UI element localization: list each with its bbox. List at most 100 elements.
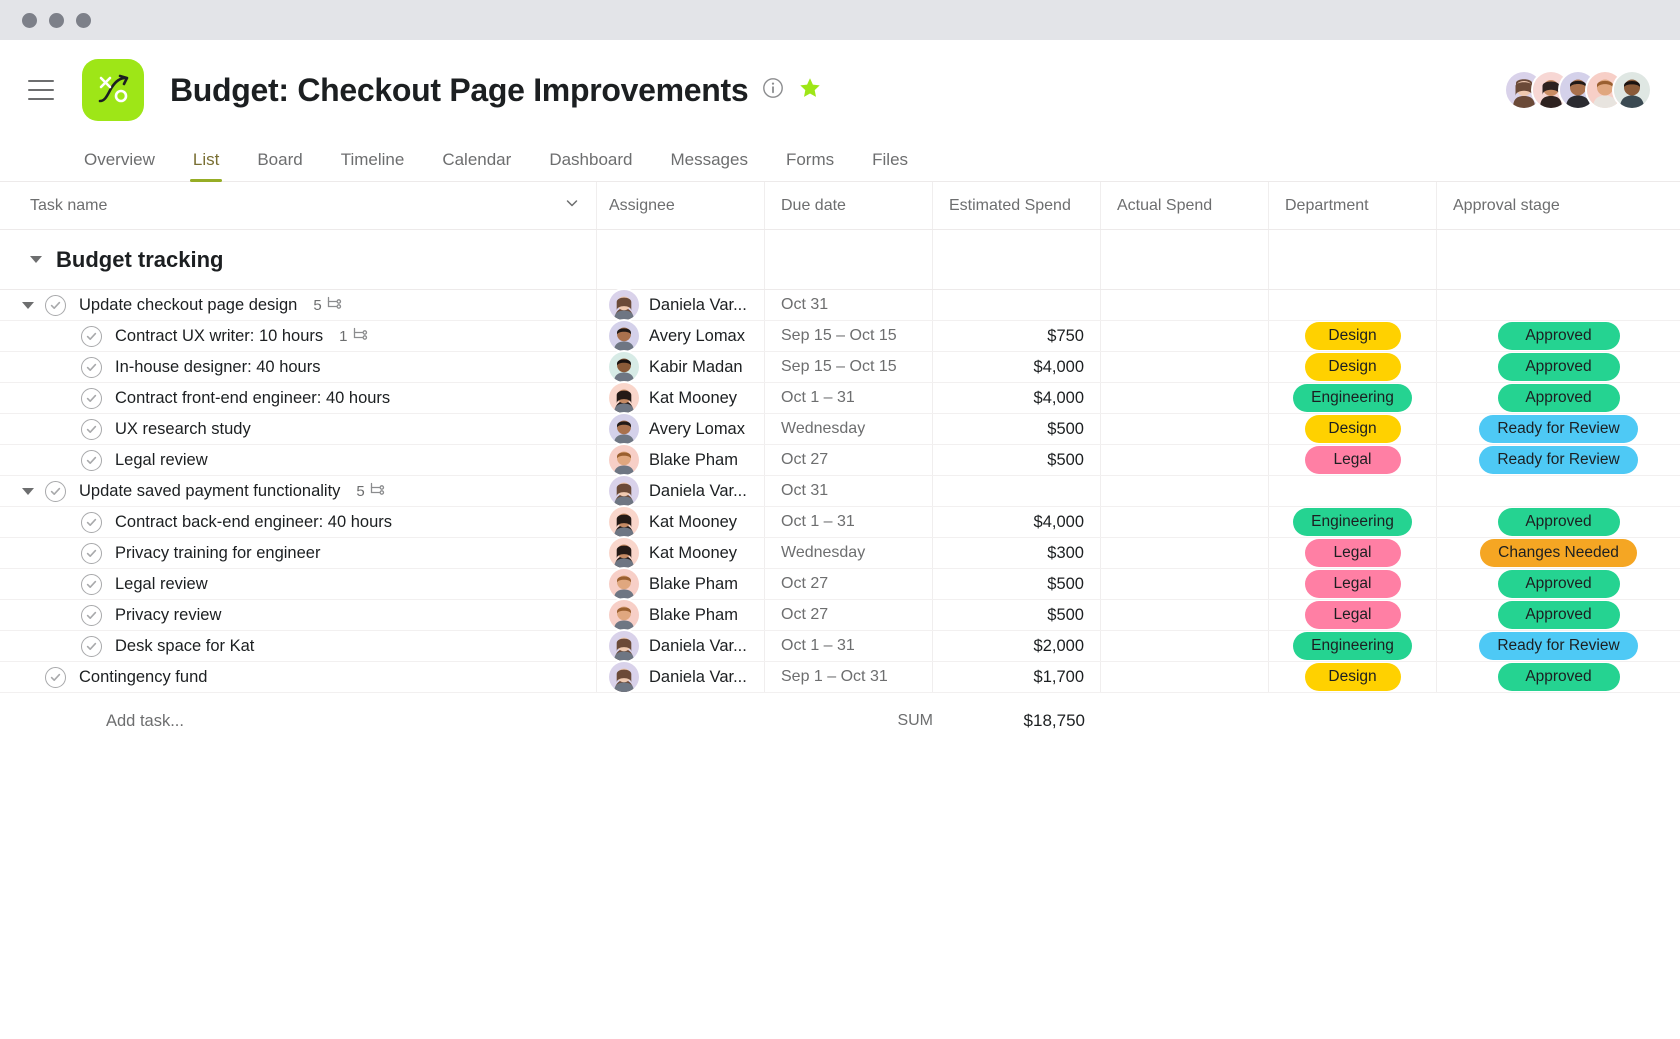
department-cell[interactable]: Engineering	[1269, 383, 1437, 413]
subtask-count[interactable]: 5	[356, 482, 384, 500]
estimated-spend-cell[interactable]: $500	[933, 569, 1101, 599]
task-name-cell[interactable]: Privacy review	[0, 600, 597, 630]
status-badge[interactable]: Design	[1305, 353, 1401, 381]
department-cell[interactable]: Engineering	[1269, 507, 1437, 537]
task-complete-checkbox[interactable]	[45, 667, 66, 688]
department-cell[interactable]: Legal	[1269, 569, 1437, 599]
table-row[interactable]: Contract back-end engineer: 40 hoursKat …	[0, 507, 1680, 538]
approval-stage-cell[interactable]: Approved	[1437, 600, 1680, 630]
actual-spend-cell[interactable]	[1101, 631, 1269, 661]
actual-spend-cell[interactable]	[1101, 662, 1269, 692]
task-complete-checkbox[interactable]	[81, 450, 102, 471]
estimated-spend-cell[interactable]: $4,000	[933, 352, 1101, 382]
tab-calendar[interactable]: Calendar	[442, 150, 511, 181]
task-complete-checkbox[interactable]	[81, 326, 102, 347]
status-badge[interactable]: Approved	[1498, 663, 1620, 691]
due-date-cell[interactable]: Oct 27	[765, 445, 933, 475]
assignee-cell[interactable]: Blake Pham	[597, 600, 765, 630]
status-badge[interactable]: Approved	[1498, 353, 1620, 381]
task-name-cell[interactable]: Update saved payment functionality5	[0, 476, 597, 506]
approval-stage-cell[interactable]: Approved	[1437, 507, 1680, 537]
status-badge[interactable]: Approved	[1498, 322, 1620, 350]
status-badge[interactable]: Engineering	[1293, 384, 1412, 412]
task-name-cell[interactable]: Legal review	[0, 445, 597, 475]
table-row[interactable]: UX research studyAvery LomaxWednesday$50…	[0, 414, 1680, 445]
task-complete-checkbox[interactable]	[45, 295, 66, 316]
table-row[interactable]: Legal reviewBlake PhamOct 27$500 Legal Rea…	[0, 445, 1680, 476]
due-date-cell[interactable]: Wednesday	[765, 414, 933, 444]
estimated-spend-cell[interactable]: $500	[933, 414, 1101, 444]
task-name-cell[interactable]: Desk space for Kat	[0, 631, 597, 661]
task-complete-checkbox[interactable]	[81, 512, 102, 533]
department-cell[interactable]	[1269, 290, 1437, 320]
status-badge[interactable]: Design	[1305, 322, 1401, 350]
task-complete-checkbox[interactable]	[45, 481, 66, 502]
due-date-cell[interactable]: Wednesday	[765, 538, 933, 568]
actual-spend-cell[interactable]	[1101, 290, 1269, 320]
department-cell[interactable]: Legal	[1269, 538, 1437, 568]
approval-stage-cell[interactable]: Approved	[1437, 321, 1680, 351]
tab-dashboard[interactable]: Dashboard	[549, 150, 632, 181]
actual-spend-cell[interactable]	[1101, 321, 1269, 351]
column-header-due-date[interactable]: Due date	[765, 182, 933, 229]
due-date-cell[interactable]: Oct 1 – 31	[765, 383, 933, 413]
assignee-cell[interactable]: Daniela Var...	[597, 631, 765, 661]
actual-spend-cell[interactable]	[1101, 476, 1269, 506]
due-date-cell[interactable]: Sep 15 – Oct 15	[765, 352, 933, 382]
subtask-count[interactable]: 1	[339, 327, 367, 345]
approval-stage-cell[interactable]: Approved	[1437, 352, 1680, 382]
status-badge[interactable]: Design	[1305, 415, 1401, 443]
tab-board[interactable]: Board	[257, 150, 302, 181]
task-complete-checkbox[interactable]	[81, 605, 102, 626]
estimated-spend-cell[interactable]	[933, 290, 1101, 320]
info-circle-icon[interactable]	[762, 77, 784, 104]
assignee-cell[interactable]: Blake Pham	[597, 445, 765, 475]
table-row[interactable]: Privacy training for engineerKat MooneyW…	[0, 538, 1680, 569]
approval-stage-cell[interactable]: Approved	[1437, 662, 1680, 692]
hamburger-icon[interactable]	[28, 80, 54, 100]
table-row[interactable]: Contract UX writer: 10 hours1Avery Lomax…	[0, 321, 1680, 352]
status-badge[interactable]: Engineering	[1293, 508, 1412, 536]
add-task-cell[interactable]: Add task...	[0, 693, 597, 749]
department-cell[interactable]: Engineering	[1269, 631, 1437, 661]
row-collapse-triangle-icon[interactable]	[22, 488, 36, 495]
task-complete-checkbox[interactable]	[81, 388, 102, 409]
due-date-cell[interactable]: Oct 27	[765, 569, 933, 599]
status-badge[interactable]: Legal	[1305, 539, 1401, 567]
view-tabs[interactable]: OverviewListBoardTimelineCalendarDashboa…	[0, 140, 1680, 182]
table-row[interactable]: Contract front-end engineer: 40 hoursKat…	[0, 383, 1680, 414]
assignee-cell[interactable]: Daniela Var...	[597, 662, 765, 692]
task-complete-checkbox[interactable]	[81, 357, 102, 378]
project-icon[interactable]	[82, 59, 144, 121]
assignee-cell[interactable]: Kat Mooney	[597, 383, 765, 413]
column-header-estimated-spend[interactable]: Estimated Spend	[933, 182, 1101, 229]
department-cell[interactable]: Legal	[1269, 445, 1437, 475]
task-complete-checkbox[interactable]	[81, 574, 102, 595]
assignee-cell[interactable]: Avery Lomax	[597, 414, 765, 444]
tab-messages[interactable]: Messages	[670, 150, 747, 181]
status-badge[interactable]: Engineering	[1293, 632, 1412, 660]
status-badge[interactable]: Legal	[1305, 446, 1401, 474]
estimated-spend-cell[interactable]: $500	[933, 600, 1101, 630]
assignee-cell[interactable]: Kat Mooney	[597, 507, 765, 537]
due-date-cell[interactable]: Oct 1 – 31	[765, 631, 933, 661]
status-badge[interactable]: Ready for Review	[1479, 446, 1637, 474]
task-complete-checkbox[interactable]	[81, 636, 102, 657]
status-badge[interactable]: Changes Needed	[1480, 539, 1637, 567]
section-task-cell[interactable]: Budget tracking	[0, 230, 597, 289]
assignee-cell[interactable]: Daniela Var...	[597, 290, 765, 320]
table-row[interactable]: Update saved payment functionality5Danie…	[0, 476, 1680, 507]
estimated-spend-cell[interactable]: $500	[933, 445, 1101, 475]
actual-spend-cell[interactable]	[1101, 569, 1269, 599]
task-name-cell[interactable]: Update checkout page design5	[0, 290, 597, 320]
due-date-cell[interactable]: Oct 31	[765, 290, 933, 320]
tab-list[interactable]: List	[193, 150, 219, 181]
estimated-spend-cell[interactable]: $2,000	[933, 631, 1101, 661]
status-badge[interactable]: Design	[1305, 663, 1401, 691]
avatar[interactable]	[1614, 72, 1650, 108]
estimated-spend-cell[interactable]	[933, 476, 1101, 506]
department-cell[interactable]: Design	[1269, 321, 1437, 351]
department-cell[interactable]: Design	[1269, 662, 1437, 692]
table-row[interactable]: Contingency fundDaniela Var...Sep 1 – Oc…	[0, 662, 1680, 693]
column-header-department[interactable]: Department	[1269, 182, 1437, 229]
